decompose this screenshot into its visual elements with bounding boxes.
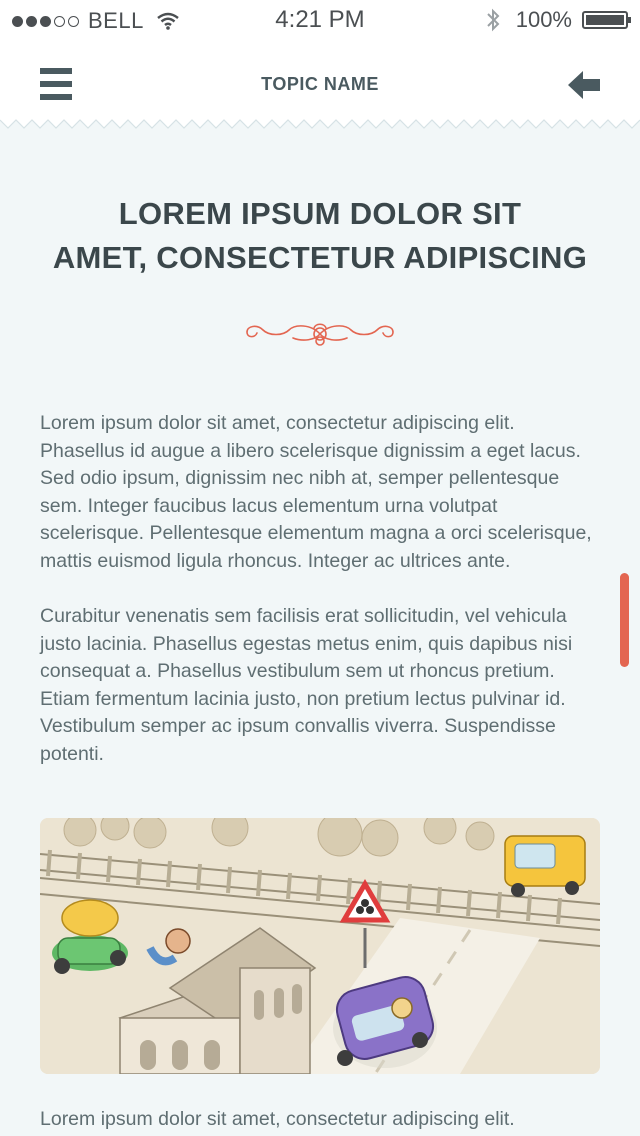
scrollbar[interactable] [620,573,629,667]
zigzag-divider [0,116,640,129]
article-paragraph: Lorem ipsum dolor sit amet, consectetur … [40,412,592,572]
battery-icon [582,11,631,29]
article-paragraph: Curabitur venenatis sem facilisis erat s… [40,605,573,765]
status-right: 100% [486,7,631,33]
battery-percent: 100% [515,7,572,32]
article-title-line1: LOREM IPSUM DOLOR SIT [118,196,522,231]
arrow-left-icon[interactable] [566,68,602,102]
article-title: LOREM IPSUM DOLOR SIT AMET, CONSECTETUR … [40,192,600,280]
bluetooth-icon [487,8,500,32]
railway-crossing-illustration [40,818,600,1074]
article-illustration [40,818,600,1074]
status-bar: BELL 4:21 PM 100% [0,0,640,40]
topic-title: TOPIC NAME [261,74,379,94]
ornament-divider-icon [246,323,394,346]
article-title-line2: AMET, CONSECTETUR ADIPISCING [52,240,588,275]
article-paragraph: Lorem ipsum dolor sit amet, consectetur … [40,1108,515,1130]
